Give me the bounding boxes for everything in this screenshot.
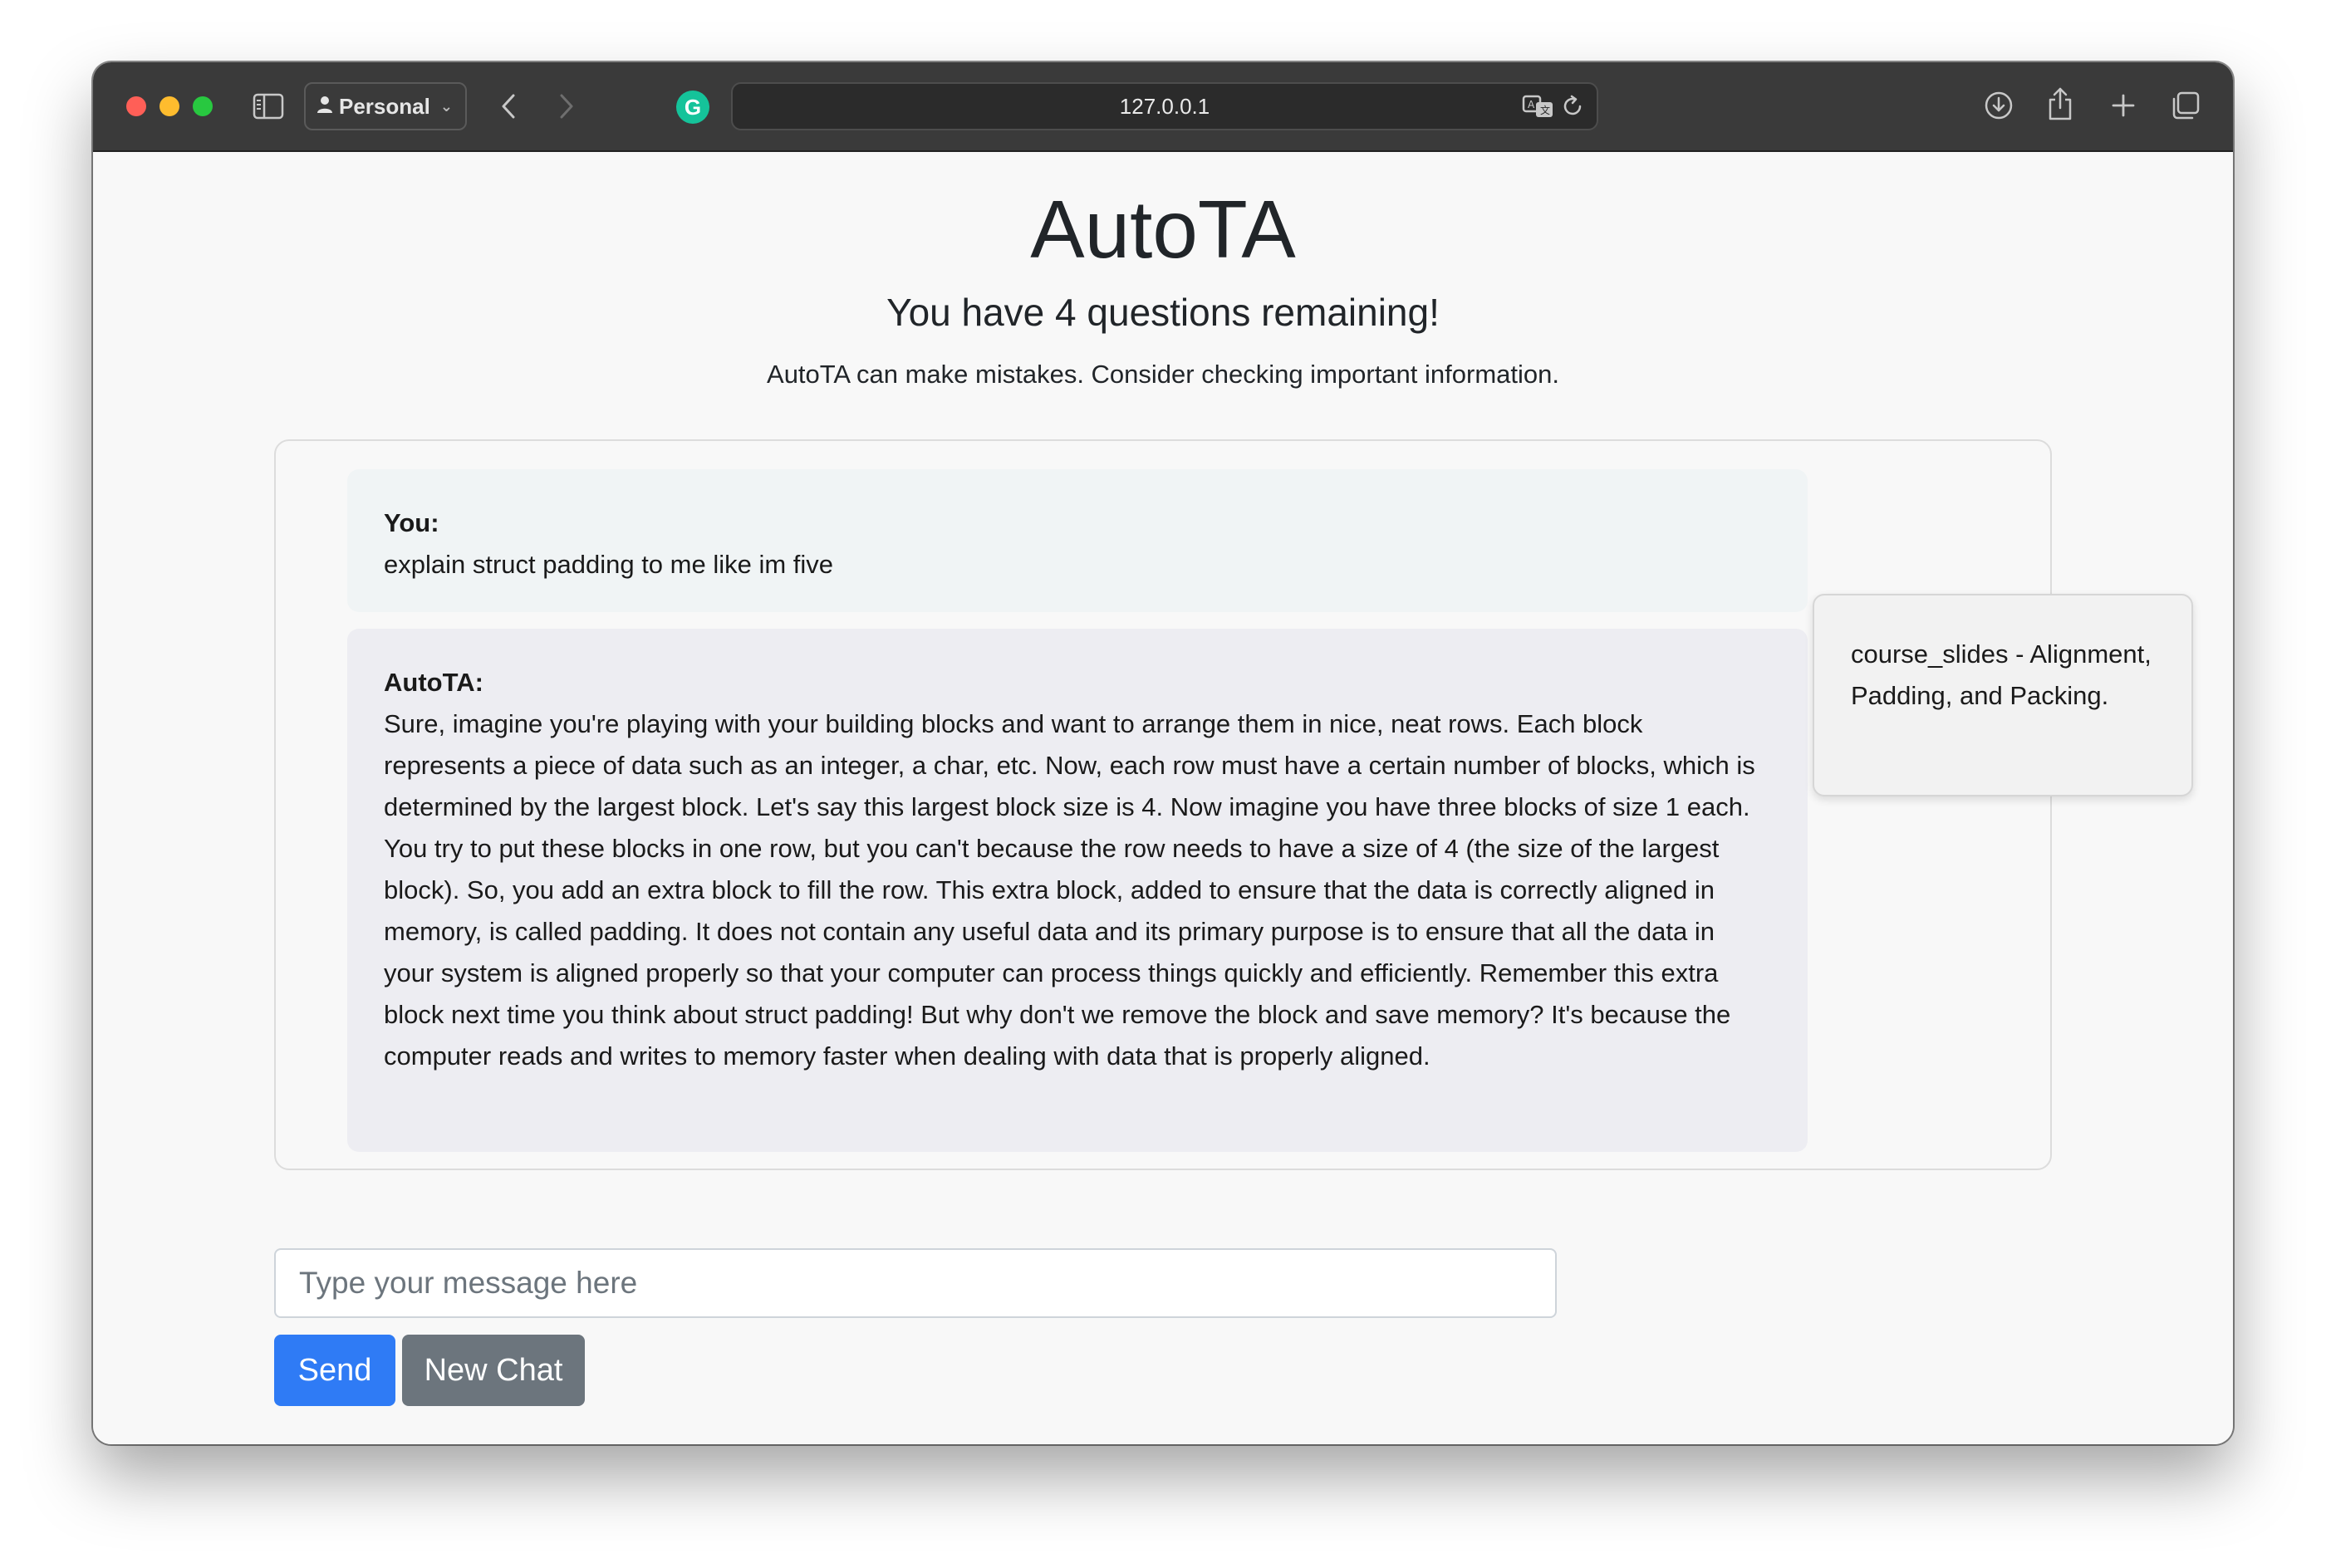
assistant-message: AutoTA: Sure, imagine you're playing wit… — [347, 629, 1808, 1152]
message-author: AutoTA: — [384, 668, 483, 697]
tab-overview-icon[interactable] — [2168, 87, 2203, 124]
close-window-button[interactable] — [126, 96, 146, 116]
browser-toolbar: Personal ⌄ G 127.0.0.1 A 文 — [93, 62, 2233, 152]
profile-label: Personal — [339, 93, 430, 119]
grammarly-extension-icon[interactable]: G — [676, 91, 709, 124]
chevron-down-icon: ⌄ — [439, 97, 453, 115]
download-icon[interactable] — [1982, 87, 2015, 124]
chat-history[interactable]: You: explain struct padding to me like i… — [274, 439, 2052, 1170]
source-citation-card[interactable]: course_slides - Alignment, Padding, and … — [1813, 594, 2193, 796]
zoom-window-button[interactable] — [193, 96, 213, 116]
minimize-window-button[interactable] — [159, 96, 179, 116]
translate-icon[interactable]: A 文 — [1522, 92, 1555, 120]
back-arrow-icon[interactable] — [492, 87, 525, 125]
user-message: You: explain struct padding to me like i… — [347, 469, 1808, 612]
page-content: AutoTA You have 4 questions remaining! A… — [93, 152, 2233, 1444]
svg-text:A: A — [1528, 99, 1535, 110]
svg-text:文: 文 — [1540, 104, 1550, 116]
forward-arrow-icon[interactable] — [550, 87, 583, 125]
message-author: You: — [384, 508, 439, 537]
share-icon[interactable] — [2045, 84, 2075, 124]
message-input[interactable] — [274, 1248, 1557, 1318]
questions-remaining-text: You have 4 questions remaining! — [886, 291, 1440, 334]
sidebar-toggle-icon[interactable] — [253, 92, 284, 120]
reload-icon[interactable] — [1558, 92, 1587, 120]
profile-selector[interactable]: Personal ⌄ — [304, 82, 467, 130]
message-text: Sure, imagine you're playing with your b… — [384, 709, 1755, 1071]
page-title: AutoTA — [1030, 184, 1296, 275]
disclaimer-text: AutoTA can make mistakes. Consider check… — [767, 360, 1559, 389]
message-text: explain struct padding to me like im fiv… — [384, 550, 834, 579]
address-bar[interactable]: 127.0.0.1 — [731, 82, 1598, 130]
new-tab-plus-icon[interactable] — [2107, 87, 2140, 124]
url-text: 127.0.0.1 — [1119, 93, 1210, 119]
browser-window: Personal ⌄ G 127.0.0.1 A 文 AutoTA You ha… — [93, 62, 2233, 1444]
send-button[interactable]: Send — [274, 1335, 395, 1406]
person-icon — [317, 94, 332, 120]
new-chat-button[interactable]: New Chat — [402, 1335, 585, 1406]
